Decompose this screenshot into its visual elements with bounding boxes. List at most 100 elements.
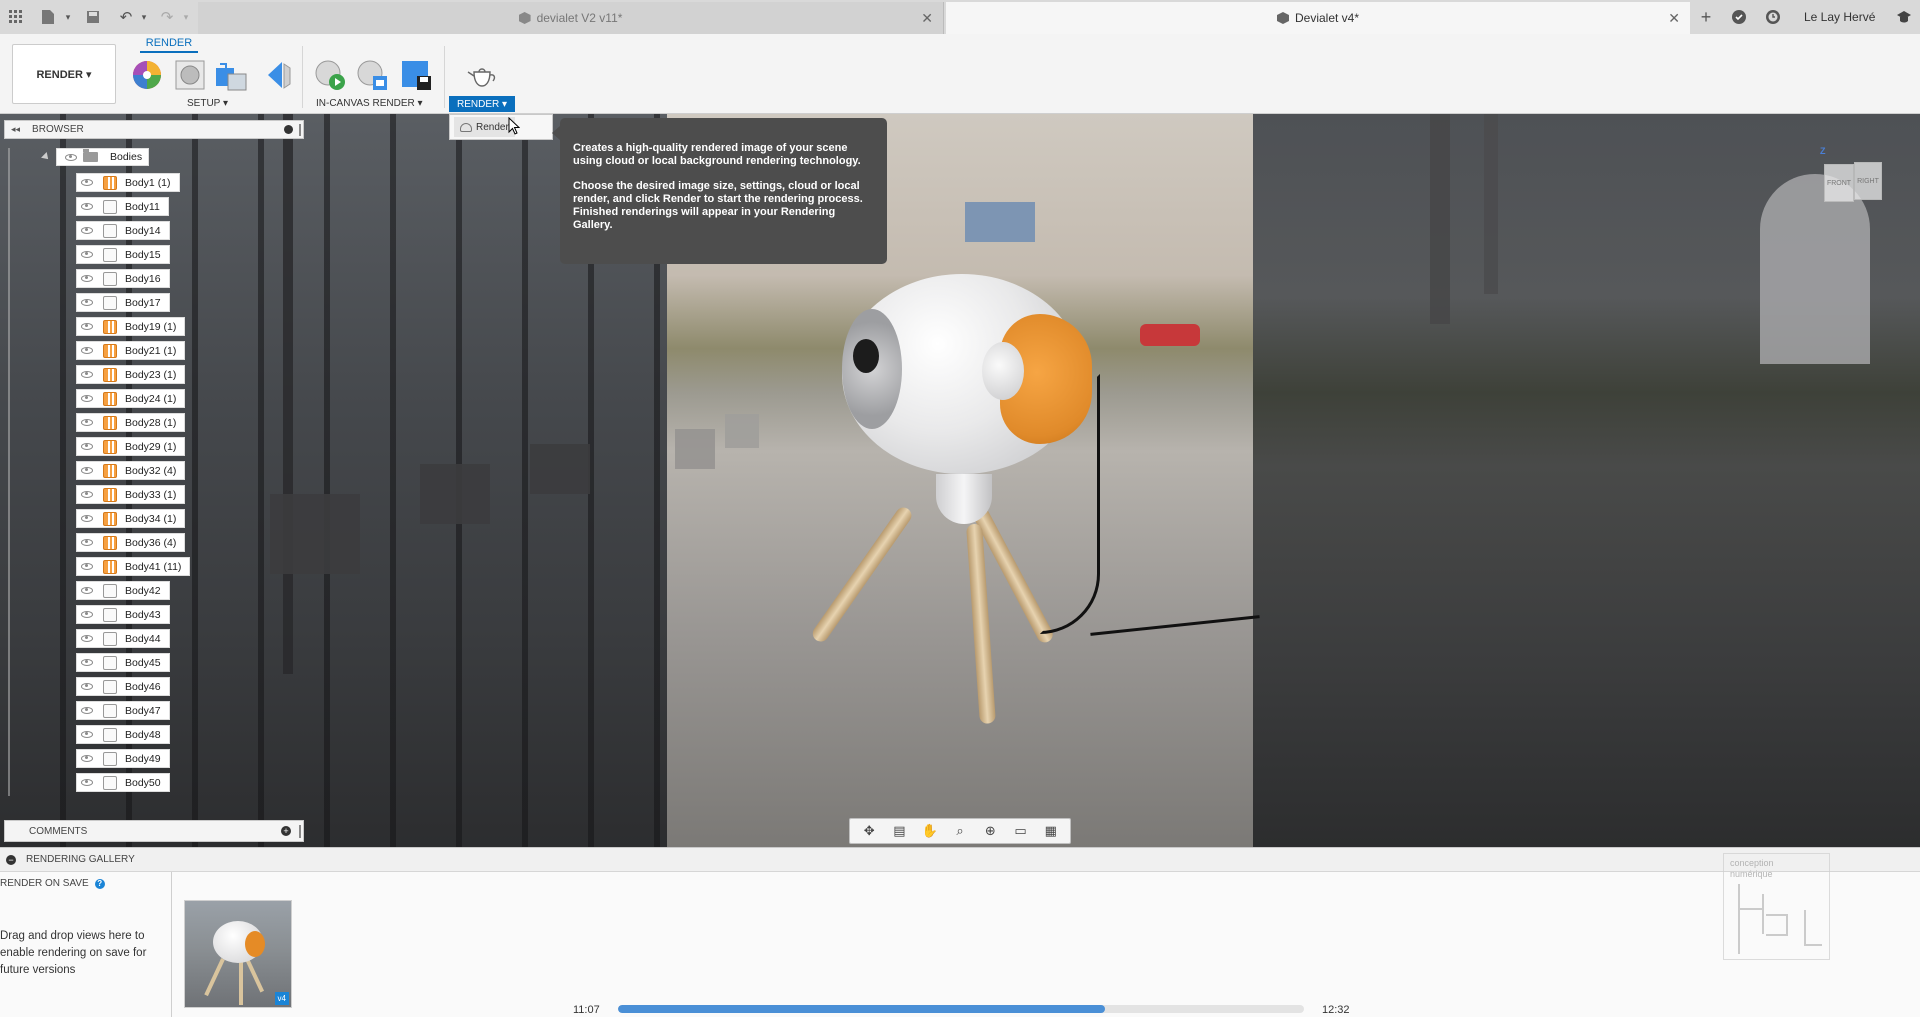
help-icon[interactable]: ? — [94, 878, 105, 889]
visibility-eye-icon[interactable] — [81, 491, 93, 498]
visibility-eye-icon[interactable] — [65, 153, 77, 161]
in-canvas-render-tool-icon[interactable] — [313, 58, 347, 92]
tab-render[interactable]: RENDER — [140, 37, 198, 53]
tree-node-bodies[interactable]: Bodies — [41, 148, 150, 166]
zoom-icon[interactable]: ⌕ — [951, 822, 969, 840]
visibility-eye-icon[interactable] — [81, 683, 93, 690]
texture-map-tool-icon[interactable] — [214, 58, 248, 92]
tree-node-body[interactable]: Body50 — [76, 773, 170, 792]
tree-node-body[interactable]: Body19 (1) — [76, 317, 186, 336]
file-menu-chevron-icon[interactable]: ▾ — [58, 7, 78, 27]
visibility-eye-icon[interactable] — [81, 515, 93, 522]
file-icon[interactable] — [38, 7, 58, 27]
pin-icon[interactable] — [299, 825, 301, 838]
tree-node-body[interactable]: Body15 — [76, 245, 170, 264]
tree-node-body[interactable]: Body14 — [76, 221, 170, 240]
in-canvas-settings-tool-icon[interactable] — [355, 58, 389, 92]
add-comment-icon[interactable]: + — [281, 826, 291, 836]
viewcube-front-face[interactable]: FRONT — [1824, 164, 1854, 202]
visibility-eye-icon[interactable] — [81, 323, 93, 330]
browser-panel-header[interactable]: ◂◂ BROWSER — [4, 120, 304, 139]
expand-toggle-icon[interactable] — [41, 152, 51, 162]
tree-node-body[interactable]: Body45 — [76, 653, 170, 672]
visibility-eye-icon[interactable] — [81, 635, 93, 642]
workspace-switcher-button[interactable]: RENDER ▾ — [12, 44, 116, 104]
visibility-eye-icon[interactable] — [81, 659, 93, 666]
comments-panel-header[interactable]: COMMENTS + — [4, 820, 304, 842]
redo-icon[interactable]: ↷ — [157, 7, 177, 27]
render-on-save-panel[interactable]: RENDER ON SAVE ? Drag and drop views her… — [0, 872, 172, 1017]
tree-node-body[interactable]: Body28 (1) — [76, 413, 186, 432]
undo-icon[interactable]: ↶ — [116, 7, 136, 27]
panel-options-icon[interactable] — [284, 125, 293, 134]
add-tab-icon[interactable]: + — [1696, 7, 1716, 27]
tree-node-body[interactable]: Body46 — [76, 677, 170, 696]
visibility-eye-icon[interactable] — [81, 203, 93, 210]
visibility-eye-icon[interactable] — [81, 731, 93, 738]
visibility-eye-icon[interactable] — [81, 467, 93, 474]
rendering-thumbnail[interactable]: v4 — [184, 900, 292, 1008]
render-teapot-tool-icon[interactable] — [465, 58, 499, 92]
tree-node-body[interactable]: Body41 (11) — [76, 557, 191, 576]
visibility-eye-icon[interactable] — [81, 371, 93, 378]
tree-node-body[interactable]: Body44 — [76, 629, 170, 648]
viewcube-right-face[interactable]: RIGHT — [1854, 162, 1882, 200]
document-tab-devialet-v4[interactable]: Devialet v4* ✕ — [946, 2, 1690, 34]
tree-node-body[interactable]: Body23 (1) — [76, 365, 186, 384]
collapse-panel-icon[interactable]: ◂◂ — [11, 124, 20, 135]
document-tab-devialet-v2[interactable]: devialet V2 v11* ✕ — [198, 2, 944, 34]
tree-node-body[interactable]: Body34 (1) — [76, 509, 186, 528]
grid-icon[interactable] — [6, 7, 26, 27]
visibility-eye-icon[interactable] — [81, 395, 93, 402]
rendering-gallery-header[interactable]: − RENDERING GALLERY — [0, 848, 1920, 872]
visibility-eye-icon[interactable] — [81, 563, 93, 570]
tree-node-body[interactable]: Body24 (1) — [76, 389, 186, 408]
in-canvas-render-group-label[interactable]: IN-CANVAS RENDER ▾ — [316, 98, 423, 109]
visibility-eye-icon[interactable] — [81, 251, 93, 258]
visibility-eye-icon[interactable] — [81, 707, 93, 714]
tree-node-body[interactable]: Body33 (1) — [76, 485, 186, 504]
tree-node-body[interactable]: Body48 — [76, 725, 170, 744]
collapse-gallery-icon[interactable]: − — [6, 854, 16, 865]
menu-item-render[interactable]: Render — [454, 117, 515, 137]
pin-icon[interactable] — [299, 124, 301, 136]
tree-node-body[interactable]: Body1 (1) — [76, 173, 180, 192]
display-settings-icon[interactable]: ▭ — [1012, 822, 1030, 840]
tree-node-body[interactable]: Body11 — [76, 197, 169, 216]
visibility-eye-icon[interactable] — [81, 443, 93, 450]
orbit-icon[interactable]: ✥ — [860, 822, 878, 840]
visibility-eye-icon[interactable] — [81, 755, 93, 762]
help-icon[interactable] — [1894, 7, 1914, 27]
bodies-folder-label[interactable]: Bodies — [56, 148, 150, 166]
tree-node-body[interactable]: Body17 — [76, 293, 170, 312]
visibility-eye-icon[interactable] — [81, 611, 93, 618]
tree-node-body[interactable]: Body42 — [76, 581, 170, 600]
visibility-eye-icon[interactable] — [81, 419, 93, 426]
visibility-eye-icon[interactable] — [81, 587, 93, 594]
tree-node-body[interactable]: Body43 — [76, 605, 170, 624]
tree-node-body[interactable]: Body47 — [76, 701, 170, 720]
scene-settings-tool-icon[interactable] — [173, 58, 207, 92]
render-group-dropdown-button[interactable]: RENDER ▾ — [449, 96, 515, 112]
close-icon[interactable]: ✕ — [921, 10, 933, 27]
redo-chevron-icon[interactable]: ▾ — [176, 7, 196, 27]
appearance-tool-icon[interactable] — [130, 58, 164, 92]
visibility-eye-icon[interactable] — [81, 539, 93, 546]
visibility-eye-icon[interactable] — [81, 179, 93, 186]
tree-node-body[interactable]: Body36 (4) — [76, 533, 186, 552]
tree-node-body[interactable]: Body32 (4) — [76, 461, 186, 480]
tree-node-body[interactable]: Body29 (1) — [76, 437, 186, 456]
progress-bar[interactable] — [618, 1005, 1304, 1013]
close-icon[interactable]: ✕ — [1668, 10, 1680, 27]
viewcube[interactable]: Z FRONT RIGHT — [1820, 146, 1886, 208]
look-at-icon[interactable]: ▤ — [890, 822, 908, 840]
clock-icon[interactable] — [1763, 7, 1783, 27]
visibility-eye-icon[interactable] — [81, 299, 93, 306]
tree-node-body[interactable]: Body16 — [76, 269, 170, 288]
tree-node-body[interactable]: Body21 (1) — [76, 341, 186, 360]
setup-group-label[interactable]: SETUP ▾ — [187, 98, 228, 109]
tree-node-body[interactable]: Body49 — [76, 749, 170, 768]
decal-tool-icon[interactable] — [260, 58, 294, 92]
pan-icon[interactable]: ✋ — [921, 822, 939, 840]
visibility-eye-icon[interactable] — [81, 275, 93, 282]
